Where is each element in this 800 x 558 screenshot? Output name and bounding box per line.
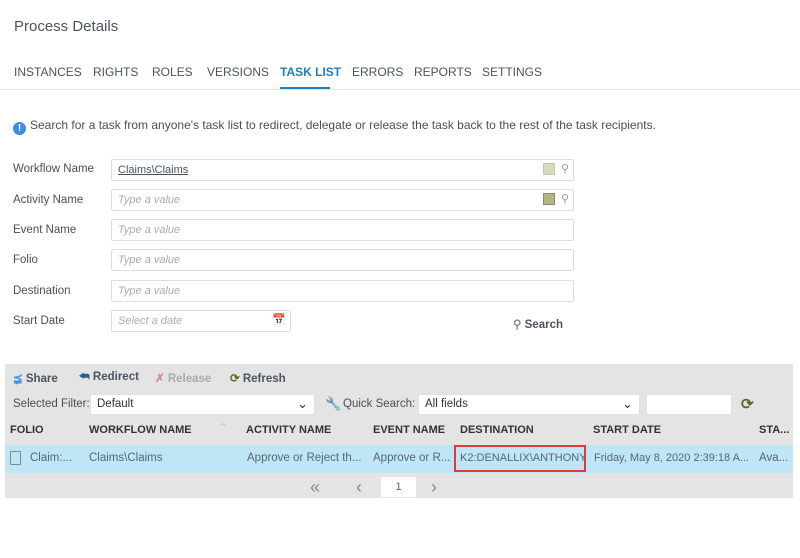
start-date-label: Start Date xyxy=(13,315,65,327)
previous-page-icon[interactable]: ‹ xyxy=(356,477,362,498)
workflow-name-label: Workflow Name xyxy=(13,163,94,175)
cell-activity: Approve or Reject th... xyxy=(247,452,362,464)
column-header-status[interactable]: STA... xyxy=(759,424,789,436)
release-icon: ✗ xyxy=(155,373,165,385)
quick-search-label: Quick Search: xyxy=(343,398,416,410)
start-date-placeholder: Select a date xyxy=(118,315,183,327)
search-button[interactable]: ⚲ Search xyxy=(513,317,563,331)
folio-placeholder: Type a value xyxy=(118,254,181,266)
selected-filter-label: Selected Filter: xyxy=(13,398,90,410)
refresh-button[interactable]: ⟳ Refresh xyxy=(230,371,286,385)
tab-instances[interactable]: INSTANCES xyxy=(14,65,82,79)
document-icon xyxy=(10,451,21,465)
tab-settings[interactable]: SETTINGS xyxy=(482,65,542,79)
event-name-input[interactable]: Type a value xyxy=(111,219,574,241)
tab-reports[interactable]: REPORTS xyxy=(414,65,472,79)
share-icon: ⪵ xyxy=(13,373,23,385)
workflow-name-value[interactable]: Claims\Claims xyxy=(118,164,188,176)
event-name-label: Event Name xyxy=(13,224,77,236)
column-header-event-name[interactable]: EVENT NAME xyxy=(373,424,445,436)
event-name-placeholder: Type a value xyxy=(118,224,181,236)
page-number-input[interactable]: 1 xyxy=(381,477,416,497)
chevron-down-icon: ⌄ xyxy=(622,396,633,411)
picker-icon[interactable] xyxy=(542,163,555,176)
search-icon: ⚲ xyxy=(513,319,522,331)
info-message: ! Search for a task from anyone's task li… xyxy=(13,118,656,135)
tab-divider xyxy=(0,89,800,90)
activity-name-placeholder: Type a value xyxy=(118,194,181,206)
search-icon[interactable]: ⚲ xyxy=(561,163,569,175)
column-header-folio[interactable]: FOLIO xyxy=(10,424,44,436)
folio-label: Folio xyxy=(13,254,38,266)
cell-status: Ava... xyxy=(759,452,789,464)
cell-start-date: Friday, May 8, 2020 2:39:18 A... xyxy=(594,452,750,464)
info-text: Search for a task from anyone's task lis… xyxy=(30,118,656,132)
column-header-start-date[interactable]: START DATE xyxy=(593,424,661,436)
quick-search-select[interactable]: All fields ⌄ xyxy=(418,394,640,415)
activity-name-label: Activity Name xyxy=(13,194,84,206)
search-button-label: Search xyxy=(524,319,563,331)
picker-icon[interactable] xyxy=(542,193,555,206)
quick-search-input[interactable] xyxy=(646,394,732,415)
redirect-label: Redirect xyxy=(92,371,139,383)
destination-label: Destination xyxy=(13,285,71,297)
workflow-name-input[interactable]: Claims\Claims ⚲ xyxy=(111,159,574,181)
column-header-workflow-name[interactable]: WORKFLOW NAME xyxy=(89,424,192,436)
selected-filter-value: Default xyxy=(97,398,134,410)
chevron-down-icon: ⌄ xyxy=(297,396,308,411)
cell-event: Approve or R... xyxy=(373,452,451,464)
wrench-icon: 🔧 xyxy=(325,396,342,411)
quick-search-value: All fields xyxy=(425,398,468,410)
release-label: Release xyxy=(167,373,212,385)
search-icon[interactable]: ⚲ xyxy=(561,193,569,205)
start-date-input[interactable]: Select a date 📅 xyxy=(111,310,291,332)
highlight-box xyxy=(454,445,586,472)
share-label: Share xyxy=(25,373,58,385)
refresh-icon[interactable]: ⟳ xyxy=(741,395,754,413)
destination-input[interactable]: Type a value xyxy=(111,280,574,302)
tab-task-list[interactable]: TASK LIST xyxy=(280,65,341,79)
next-page-icon[interactable]: › xyxy=(431,477,437,498)
cell-workflow: Claims\Claims xyxy=(89,452,163,464)
info-icon: ! xyxy=(13,122,26,135)
column-header-activity-name[interactable]: ACTIVITY NAME xyxy=(246,424,331,436)
first-page-icon[interactable]: « xyxy=(310,477,320,498)
refresh-icon: ⟳ xyxy=(230,373,240,385)
destination-placeholder: Type a value xyxy=(118,285,181,297)
page-title: Process Details xyxy=(14,18,119,35)
redirect-icon: ⮪ xyxy=(79,371,90,383)
refresh-label: Refresh xyxy=(242,373,286,385)
release-button[interactable]: ✗ Release xyxy=(155,371,211,385)
activity-name-input[interactable]: Type a value ⚲ xyxy=(111,189,574,211)
tab-versions[interactable]: VERSIONS xyxy=(207,65,269,79)
calendar-icon[interactable]: 📅 xyxy=(272,313,286,326)
column-header-destination[interactable]: DESTINATION xyxy=(460,424,534,436)
tab-roles[interactable]: ROLES xyxy=(152,65,193,79)
cell-folio: Claim:... xyxy=(30,452,73,464)
sort-asc-icon[interactable]: ⌃ xyxy=(218,421,228,435)
share-button[interactable]: ⪵ Share xyxy=(13,371,58,385)
redirect-button[interactable]: ⮪ Redirect xyxy=(79,371,139,384)
tab-rights[interactable]: RIGHTS xyxy=(93,65,138,79)
selected-filter-select[interactable]: Default ⌄ xyxy=(90,394,315,415)
tab-errors[interactable]: ERRORS xyxy=(352,65,403,79)
folio-input[interactable]: Type a value xyxy=(111,249,574,271)
